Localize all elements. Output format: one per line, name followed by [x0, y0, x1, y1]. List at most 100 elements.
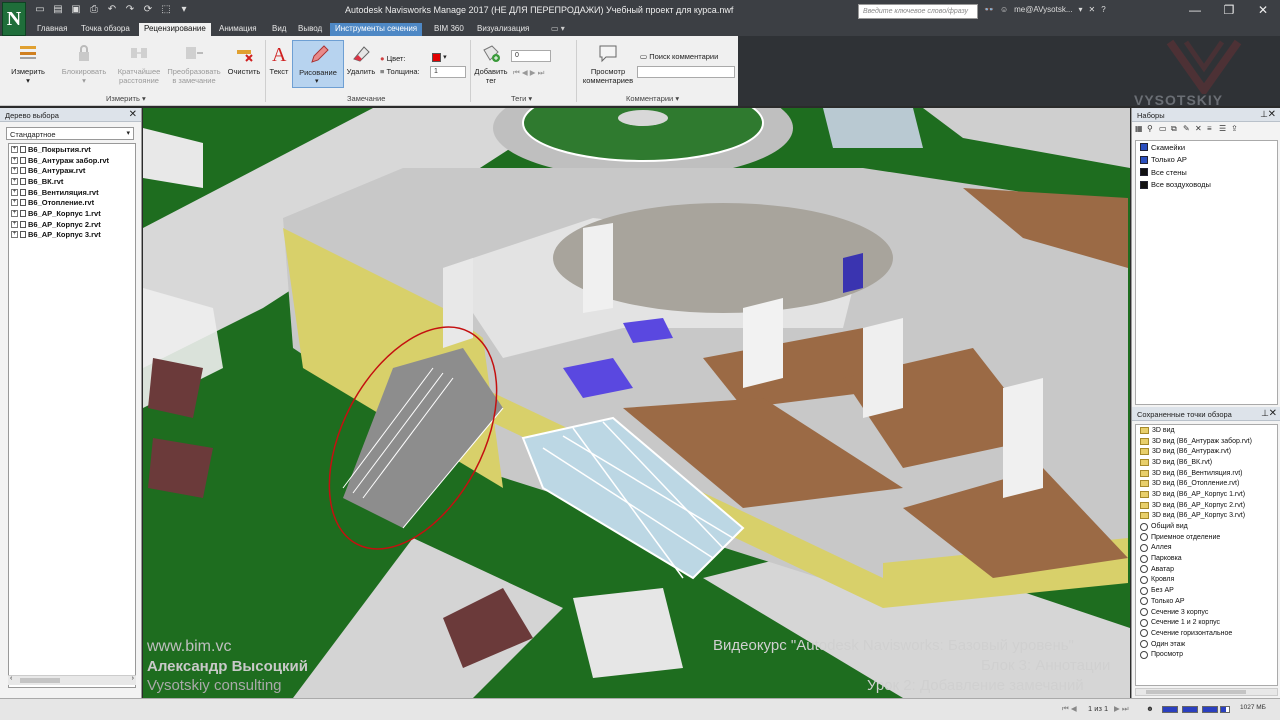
viewpoint-folder[interactable]: 3D вид (В6_ВК.rvt) [1136, 457, 1277, 468]
clear-button[interactable]: Очистить [224, 42, 264, 76]
next-tag-icon[interactable]: ▶ [530, 68, 536, 77]
set-item[interactable]: Скамейки [1136, 141, 1277, 154]
view-comments-button[interactable]: Просмотр комментариев [580, 42, 636, 85]
close-icon[interactable]: ✕ [1269, 408, 1277, 419]
viewpoint-folder[interactable]: 3D вид [1136, 425, 1277, 436]
viewpoint-folder[interactable]: 3D вид (В6_Антураж.rvt) [1136, 446, 1277, 457]
exchange-icon[interactable]: ✕ [1089, 5, 1096, 14]
expand-icon[interactable]: + [11, 231, 18, 239]
save-search-icon[interactable]: ⚲ [1147, 124, 1156, 133]
expand-icon[interactable]: + [11, 156, 18, 164]
erase-button[interactable]: Удалить [345, 42, 377, 76]
tab-render[interactable]: Визуализация [472, 23, 534, 36]
ribbon-options-icon[interactable]: ▭ ▾ [546, 23, 570, 36]
tree-item[interactable]: + В6_Отопление.rvt [9, 197, 135, 208]
refresh-icon[interactable]: ⟳ [142, 4, 154, 16]
tag-id-input[interactable]: 0 [511, 50, 551, 62]
help-icon[interactable]: ? [1101, 5, 1105, 14]
viewpoint-folder[interactable]: 3D вид (В6_АР_Корпус 1.rvt) [1136, 489, 1277, 500]
select-icon[interactable]: ⬚ [160, 4, 172, 16]
viewpoint-folder[interactable]: 3D вид (В6_Вентиляция.rvt) [1136, 468, 1277, 479]
prev-tag-icon[interactable]: ◀ [522, 68, 528, 77]
viewpoint-item[interactable]: Аватар [1136, 564, 1277, 575]
app-logo[interactable]: N [2, 2, 26, 36]
new-folder-icon[interactable]: ▭ [1159, 124, 1168, 133]
undo-icon[interactable]: ↶ [106, 4, 118, 16]
tree-item[interactable]: + В6_АР_Корпус 2.rvt [9, 219, 135, 230]
save-icon[interactable]: ▣ [70, 4, 82, 16]
tree-item[interactable]: + В6_ВК.rvt [9, 176, 135, 187]
close-icon[interactable]: ✕ [129, 109, 137, 120]
draw-button[interactable]: Рисование ▾ [292, 40, 344, 88]
minimize-button[interactable]: — [1178, 0, 1212, 20]
viewpoint-item[interactable]: Только АР [1136, 596, 1277, 607]
chevron-down-icon[interactable]: ▾ [1079, 5, 1083, 14]
expand-icon[interactable]: + [11, 220, 18, 228]
viewpoint-item[interactable]: Аллея [1136, 543, 1277, 554]
maximize-button[interactable]: ❐ [1212, 0, 1246, 20]
thickness-input[interactable]: 1 [430, 66, 466, 78]
viewpoint-item[interactable]: Общий вид [1136, 521, 1277, 532]
tree-item[interactable]: + В6_Антураж.rvt [9, 165, 135, 176]
set-item[interactable]: Все воздуховоды [1136, 179, 1277, 192]
measure-button[interactable]: Измерить ▾ [6, 42, 50, 85]
tab-animation[interactable]: Анимация [214, 23, 262, 36]
tab-review[interactable]: Рецензирование [139, 23, 211, 36]
sort-icon[interactable]: ≡ [1207, 124, 1216, 133]
save-selection-icon[interactable]: ▦ [1135, 124, 1144, 133]
tree-mode-select[interactable]: Стандартное ▾ [6, 127, 134, 140]
scroll-right-icon[interactable]: › [132, 675, 134, 682]
user-name[interactable]: me@AVysotsk... [1014, 5, 1072, 14]
search-input[interactable]: Введите ключевое слово/фразу [858, 4, 978, 19]
scroll-thumb[interactable] [1146, 690, 1246, 694]
measure-panel-label[interactable]: Измерить ▾ [106, 94, 146, 103]
scroll-left-icon[interactable]: ‹ [10, 675, 12, 682]
redo-icon[interactable]: ↷ [124, 4, 136, 16]
user-icon[interactable]: ☺ [1000, 5, 1008, 14]
tree-item[interactable]: + В6_Антураж забор.rvt [9, 155, 135, 166]
viewpoint-item[interactable]: Сечение горизонтальное [1136, 628, 1277, 639]
first-page-icon[interactable]: ⏮ ◀ [1062, 704, 1077, 714]
scroll-thumb[interactable] [20, 678, 60, 683]
add-comment-icon[interactable]: ✎ [1183, 124, 1192, 133]
tab-bim360[interactable]: BIM 360 [429, 23, 469, 36]
dropdown-icon[interactable]: ▾ [178, 4, 190, 16]
chevron-down-icon[interactable]: ▾ [443, 54, 447, 61]
add-tag-button[interactable]: Добавить тег [472, 42, 510, 85]
tree-item[interactable]: + В6_АР_Корпус 1.rvt [9, 208, 135, 219]
set-item[interactable]: Все стены [1136, 166, 1277, 179]
expand-icon[interactable]: + [11, 167, 18, 175]
last-tag-icon[interactable]: ⏭ [538, 68, 545, 77]
expand-icon[interactable]: + [11, 145, 18, 153]
new-file-icon[interactable]: ▭ [34, 4, 46, 16]
viewpoint-item[interactable]: Сечение 1 и 2 корпус [1136, 617, 1277, 628]
horizontal-scrollbar[interactable]: ‹ › [8, 675, 136, 685]
viewpoint-folder[interactable]: 3D вид (В6_АР_Корпус 3.rvt) [1136, 511, 1277, 522]
text-button[interactable]: A Текст [267, 42, 291, 76]
tab-viewpoint[interactable]: Точка обзора [76, 23, 135, 36]
tree-item[interactable]: + В6_Вентиляция.rvt [9, 187, 135, 198]
tab-output[interactable]: Вывод [293, 23, 327, 36]
next-page-icon[interactable]: ▶ ⏭ [1114, 704, 1129, 714]
shortest-distance-button[interactable]: Кратчайшее расстояние [113, 42, 165, 85]
tree-item[interactable]: + В6_АР_Корпус 3.rvt [9, 230, 135, 241]
tab-view[interactable]: Вид [267, 23, 291, 36]
viewpoint-item[interactable]: Один этаж [1136, 639, 1277, 650]
find-comments-button[interactable]: ▭ Поиск комментарии [640, 52, 718, 61]
viewpoint-item[interactable]: Приемное отделение [1136, 532, 1277, 543]
convert-to-markup-button[interactable]: Преобразовать в замечание [166, 42, 222, 85]
duplicate-icon[interactable]: ⧉ [1171, 124, 1180, 133]
print-icon[interactable]: ⎙ [88, 4, 100, 16]
close-icon[interactable]: ✕ [1268, 109, 1276, 120]
viewpoint-folder[interactable]: 3D вид (В6_Антураж забор.rvt) [1136, 436, 1277, 447]
delete-icon[interactable]: ✕ [1195, 124, 1204, 133]
comments-panel-label[interactable]: Комментарии ▾ [626, 94, 679, 103]
expand-icon[interactable]: + [11, 209, 18, 217]
tab-sectioning-tools[interactable]: Инструменты сечения [330, 23, 423, 36]
open-file-icon[interactable]: ▤ [52, 4, 64, 16]
list-icon[interactable]: ☰ [1219, 124, 1228, 133]
set-item[interactable]: Только АР [1136, 154, 1277, 167]
binoculars-icon[interactable]: 👓 [984, 5, 994, 14]
tags-panel-label[interactable]: Теги ▾ [511, 94, 532, 103]
tab-home[interactable]: Главная [32, 23, 72, 36]
